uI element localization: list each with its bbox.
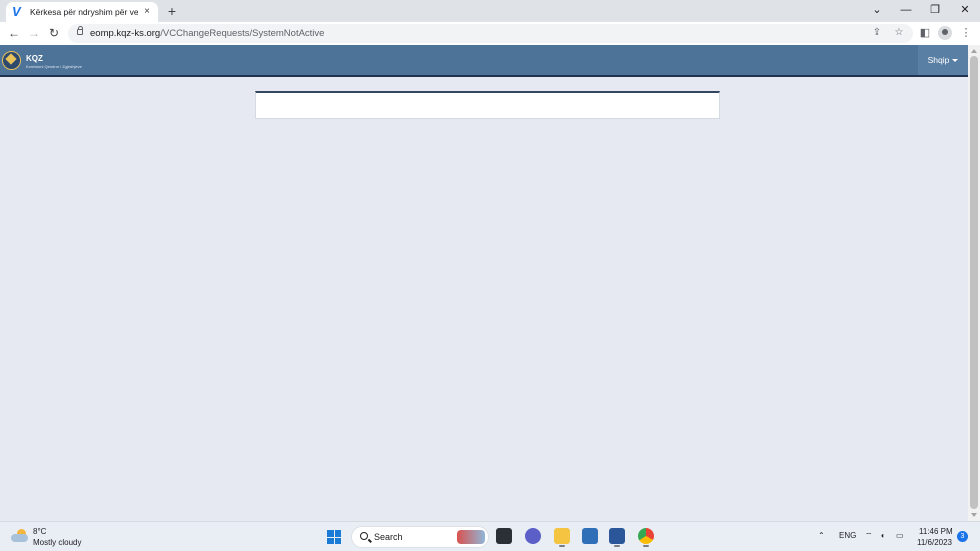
tab-search-icon[interactable]: ⌄	[868, 3, 886, 17]
photos-icon[interactable]	[582, 528, 598, 544]
input-language[interactable]: ENG	[839, 531, 856, 540]
windows-start-icon[interactable]	[327, 530, 341, 544]
show-hidden-icons-icon[interactable]: ⌃	[818, 531, 825, 540]
restore-icon[interactable]: ❐	[926, 3, 944, 17]
site-header: KQZ Komisioni Qendror i Zgjedhjeve Shqip	[0, 45, 968, 77]
meet-icon[interactable]	[525, 528, 541, 544]
search-icon	[360, 532, 368, 540]
kqz-logo-icon[interactable]	[2, 51, 21, 70]
minimize-icon[interactable]: —	[897, 3, 915, 17]
page-scrollbar[interactable]	[968, 45, 980, 521]
menu-icon[interactable]: ⋮	[959, 26, 973, 40]
side-panel-icon[interactable]: ◧	[918, 26, 932, 40]
browser-tab[interactable]: V Kërkesa për ndryshim për vendv ×	[6, 2, 158, 22]
new-tab-icon[interactable]: +	[165, 4, 179, 18]
forward-icon[interactable]: →	[27, 26, 41, 40]
notification-badge[interactable]: 3	[957, 531, 968, 542]
chrome-icon[interactable]	[638, 528, 654, 547]
scroll-thumb[interactable]	[970, 56, 978, 509]
weather-condition[interactable]: Mostly cloudy	[33, 538, 81, 547]
share-icon[interactable]: ⇪	[871, 27, 883, 39]
caret-down-icon	[952, 58, 959, 62]
scroll-up-icon[interactable]	[971, 49, 977, 53]
tab-title: Kërkesa për ndryshim për vendv	[30, 7, 138, 17]
scroll-down-icon[interactable]	[971, 513, 977, 517]
brand-name[interactable]: KQZ	[26, 54, 43, 63]
search-highlight-icon	[457, 530, 485, 544]
tab-strip: V Kërkesa për ndryshim për vendv × + ⌄ —…	[0, 0, 980, 22]
clock-time[interactable]: 11:46 PM	[919, 527, 953, 536]
word-icon[interactable]	[609, 528, 625, 547]
site-favicon-icon: V	[12, 4, 21, 19]
lock-icon[interactable]	[77, 26, 83, 35]
reload-icon[interactable]: ↻	[47, 26, 61, 40]
star-icon[interactable]: ☆	[893, 27, 905, 39]
battery-icon[interactable]: ▭	[896, 531, 904, 540]
file-manager-icon[interactable]	[496, 528, 512, 544]
taskbar: 8°C Mostly cloudy Search ⌃ ENG ⌔ ◖ ▭ 11:…	[0, 521, 980, 551]
folder-icon[interactable]	[554, 528, 570, 547]
brand-subtitle: Komisioni Qendror i Zgjedhjeve	[26, 64, 82, 69]
browser-toolbar: ← → ↻ eomp.kqz-ks.org/VCChangeRequests/S…	[0, 22, 980, 45]
weather-icon[interactable]	[11, 528, 29, 544]
language-label: Shqip	[927, 55, 950, 65]
weather-temperature[interactable]: 8°C	[33, 527, 46, 536]
search-label: Search	[374, 532, 403, 542]
address-bar[interactable]: eomp.kqz-ks.org/VCChangeRequests/SystemN…	[68, 24, 913, 43]
clock-date[interactable]: 11/6/2023	[917, 538, 952, 547]
taskbar-search[interactable]: Search	[351, 526, 489, 548]
back-icon[interactable]: ←	[7, 26, 21, 40]
profile-icon[interactable]	[938, 26, 952, 40]
wifi-icon[interactable]: ⌔	[865, 531, 873, 541]
volume-icon[interactable]: ◖	[880, 531, 885, 540]
url-text[interactable]: eomp.kqz-ks.org/VCChangeRequests/SystemN…	[90, 28, 324, 39]
content-panel	[255, 91, 720, 119]
close-window-icon[interactable]: ✕	[956, 3, 974, 17]
close-tab-icon[interactable]: ×	[142, 7, 152, 17]
language-dropdown[interactable]: Shqip	[918, 45, 968, 75]
